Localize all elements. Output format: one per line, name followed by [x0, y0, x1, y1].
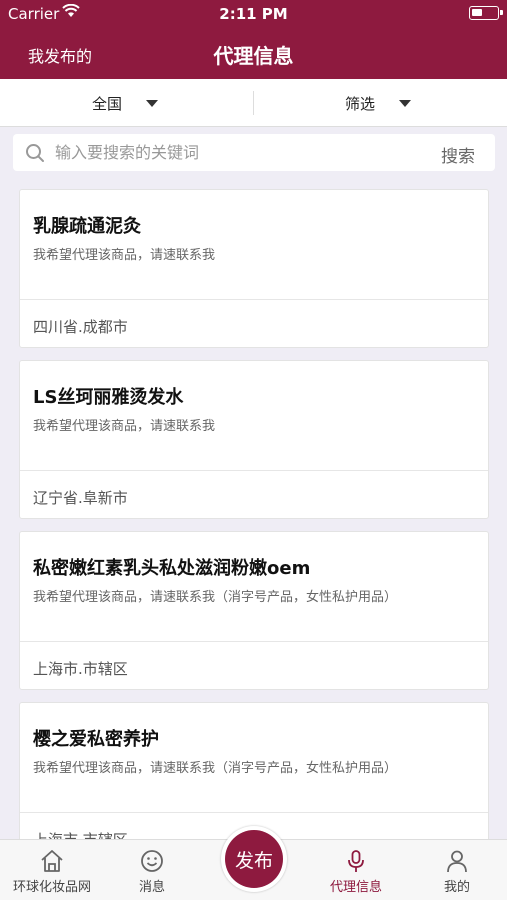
listing-desc: 我希望代理该商品，请速联系我（消字号产品，女性私护用品） [33, 761, 398, 776]
listing-list: 乳腺疏通泥灸 我希望代理该商品，请速联系我 四川省.成都市 LS丝珂丽雅烫发水 … [19, 189, 489, 839]
region-filter-label: 全国 [92, 94, 123, 113]
listing-title: 乳腺疏通泥灸 [33, 216, 141, 237]
person-icon [447, 850, 467, 873]
filter-bar: 全国 筛选 [0, 79, 507, 127]
listing-card[interactable]: 私密嫩红素乳头私处滋润粉嫩oem 我希望代理该商品，请速联系我（消字号产品，女性… [19, 531, 489, 690]
tab-home-label: 环球化妆品网 [12, 880, 91, 895]
card-divider [20, 299, 488, 300]
battery-icon [469, 6, 503, 20]
listing-desc: 我希望代理该商品，请速联系我 [33, 248, 216, 263]
search-input[interactable] [55, 138, 425, 167]
region-filter[interactable]: 全国 [92, 79, 159, 127]
filter-divider [253, 91, 254, 115]
caret-down-icon [399, 99, 412, 107]
caret-down-icon [146, 99, 159, 107]
listing-card[interactable]: 樱之爱私密养护 我希望代理该商品，请速联系我（消字号产品，女性私护用品） 上海市… [19, 702, 489, 839]
search-bar: 搜索 [13, 134, 495, 171]
search-button[interactable]: 搜索 [441, 142, 475, 167]
card-divider [20, 641, 488, 642]
microphone-icon [348, 850, 364, 872]
listing-title: 私密嫩红素乳头私处滋润粉嫩oem [33, 558, 311, 579]
listing-location: 辽宁省.阜新市 [33, 489, 128, 507]
status-time: 2:11 PM [219, 5, 288, 23]
listing-location: 四川省.成都市 [33, 318, 128, 336]
screen-filter-label: 筛选 [345, 94, 376, 113]
tab-home[interactable]: 环球化妆品网 [6, 840, 98, 900]
screen-filter[interactable]: 筛选 [345, 79, 412, 127]
publish-button[interactable]: 发布 [221, 826, 287, 892]
listing-desc: 我希望代理该商品，请速联系我 [33, 419, 216, 434]
listing-card[interactable]: LS丝珂丽雅烫发水 我希望代理该商品，请速联系我 辽宁省.阜新市 [19, 360, 489, 519]
search-icon [25, 143, 45, 167]
tab-mine[interactable]: 我的 [420, 840, 494, 900]
nav-bar: 我发布的 代理信息 [0, 28, 507, 79]
tab-agent-label: 代理信息 [329, 880, 382, 895]
listing-title: 樱之爱私密养护 [33, 729, 159, 750]
smiley-icon [141, 850, 163, 872]
card-divider [20, 812, 488, 813]
page-title: 代理信息 [213, 44, 294, 68]
home-icon [41, 850, 63, 872]
card-divider [20, 470, 488, 471]
listing-card[interactable]: 乳腺疏通泥灸 我希望代理该商品，请速联系我 四川省.成都市 [19, 189, 489, 348]
tab-agent-info[interactable]: 代理信息 [316, 840, 396, 900]
listing-title: LS丝珂丽雅烫发水 [33, 387, 184, 408]
listing-desc: 我希望代理该商品，请速联系我（消字号产品，女性私护用品） [33, 590, 398, 605]
status-bar: Carrier 2:11 PM [0, 0, 507, 28]
tab-messages-label: 消息 [138, 880, 165, 895]
tab-messages[interactable]: 消息 [110, 840, 194, 900]
publish-label: 发布 [225, 830, 283, 888]
tab-mine-label: 我的 [443, 880, 470, 895]
listing-location: 上海市.市辖区 [33, 829, 128, 839]
listing-location: 上海市.市辖区 [33, 660, 128, 678]
